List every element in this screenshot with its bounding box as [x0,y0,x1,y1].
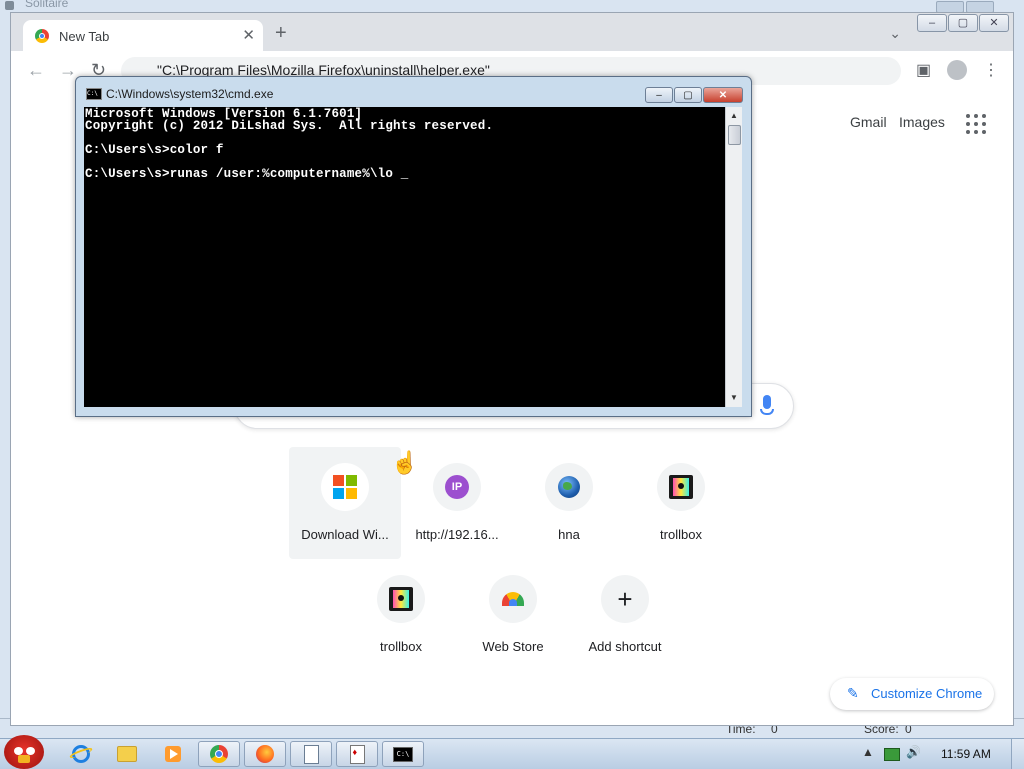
cmd-maximize-button[interactable]: ▢ [674,87,702,103]
tab-title: New Tab [59,29,110,44]
shortcut-label: Download Wi... [301,527,389,542]
solitaire-app-icon [5,1,14,10]
taskbar-internet-explorer-icon[interactable] [60,741,102,767]
pencil-icon: ✎ [847,685,859,701]
shortcut-tile[interactable]: Web Store [457,559,569,671]
chrome-favicon-icon [35,29,49,43]
globe-icon [545,463,593,511]
profile-avatar-icon[interactable] [947,60,967,85]
taskbar-solitaire-icon[interactable] [336,741,378,767]
maximize-button[interactable]: ▢ [948,14,978,32]
console-line: C:\Users\s>color f [85,143,224,157]
shortcut-tile[interactable]: trollbox [345,559,457,671]
scroll-down-arrow-icon[interactable]: ▼ [726,391,742,405]
plus-icon: + [601,575,649,623]
network-icon[interactable] [884,748,900,764]
taskbar-cmd-icon[interactable]: C:\ [382,741,424,767]
taskbar-clock[interactable]: 11:59 AM [941,747,991,761]
add-shortcut-tile[interactable]: + Add shortcut [569,559,681,671]
microphone-icon[interactable] [760,395,774,415]
cmd-minimize-button[interactable]: – [645,87,673,103]
shortcut-label: trollbox [660,527,702,542]
cmd-scrollbar[interactable]: ▲ ▼ [725,107,742,407]
tab-new-tab[interactable]: New Tab ✕ [23,20,263,51]
shortcut-label: Web Store [482,639,544,654]
solitaire-window-controls [934,0,994,12]
trollbox-icon [657,463,705,511]
console-line: C:\Users\s>runas /user:%computername%\lo… [85,167,409,181]
cmd-window: C:\ C:\Windows\system32\cmd.exe – ▢ ✕ Micr… [75,76,752,417]
scrollbar-thumb[interactable] [728,125,741,145]
taskbar-folder-icon[interactable] [106,741,148,767]
solitaire-frame-left [0,12,10,728]
windows-logo-icon [321,463,369,511]
shortcut-label: http://192.16... [415,527,499,542]
cmd-app-icon: C:\ [86,88,102,100]
cmd-title: C:\Windows\system32\cmd.exe [106,87,274,101]
volume-icon[interactable]: 🔊 [906,745,921,759]
shortcut-label: Add shortcut [588,639,662,654]
shortcut-tile[interactable]: hna [513,447,625,559]
console-line: Copyright (c) 2012 DiLshad Sys. All righ… [85,119,494,133]
shortcut-label: trollbox [380,639,422,654]
tab-search-chevron-icon[interactable]: ⌄ [889,25,901,42]
back-arrow-icon[interactable]: ← [27,60,45,81]
taskbar-chrome-icon[interactable] [198,741,240,767]
web-store-icon [489,575,537,623]
chrome-window-controls: – ▢ ✕ [916,13,1009,32]
minimize-button[interactable]: – [917,14,947,32]
images-link[interactable]: Images [899,114,945,130]
gmail-link[interactable]: Gmail [850,114,887,130]
cmd-window-controls: – ▢ ✕ [644,85,743,103]
forward-arrow-icon[interactable]: → [59,60,77,81]
taskbar-firefox-icon[interactable] [244,741,286,767]
trollbox-icon [377,575,425,623]
cmd-close-button[interactable]: ✕ [703,87,743,103]
start-button-angry-bird-icon[interactable] [0,731,48,769]
side-panel-icon[interactable]: ▣ [916,60,931,80]
tab-close-icon[interactable]: ✕ [242,26,255,44]
shortcut-tile[interactable]: Download Wi... [289,447,401,559]
taskbar-document-icon[interactable] [290,741,332,767]
tray-overflow-arrow-icon[interactable]: ▲ [862,745,874,759]
show-desktop-button[interactable] [1011,739,1024,769]
scroll-up-arrow-icon[interactable]: ▲ [726,109,742,123]
ip-icon: IP [433,463,481,511]
shortcut-label: hna [558,527,580,542]
customize-chrome-button[interactable]: ✎ Customize Chrome [830,678,994,710]
hand-cursor-icon: ☝ [391,450,419,475]
solitaire-frame-right [1014,12,1024,728]
solitaire-title: Solitaire [25,0,69,10]
shortcut-tile[interactable]: trollbox [625,447,737,559]
cmd-titlebar[interactable]: C:\ C:\Windows\system32\cmd.exe – ▢ ✕ [76,77,751,105]
google-apps-icon[interactable] [966,114,986,134]
new-tab-button[interactable]: + [275,23,287,43]
close-button[interactable]: ✕ [979,14,1009,32]
customize-chrome-label: Customize Chrome [871,686,983,701]
tab-strip: New Tab ✕ + ⌄ – ▢ ✕ [11,13,1013,51]
taskbar: C:\ ▲ 🔊 11:59 AM [0,735,1024,769]
cmd-console[interactable]: Microsoft Windows [Version 6.1.7601] Cop… [84,107,725,407]
chrome-menu-icon[interactable]: ⋮ [983,60,999,80]
taskbar-media-player-icon[interactable] [152,741,194,767]
